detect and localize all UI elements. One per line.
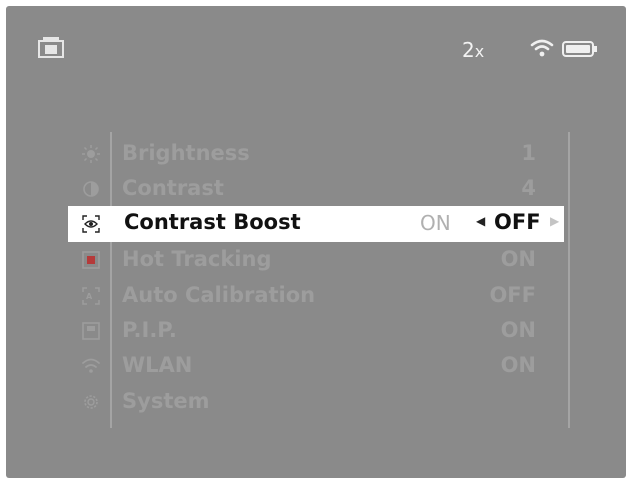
sun-icon [82, 145, 100, 163]
menu-item-label: P.I.P. [122, 318, 177, 342]
menu-item-system[interactable]: System [66, 385, 566, 419]
menu-item-brightness[interactable]: Brightness 1 [66, 137, 566, 171]
zoom-unit: x [474, 42, 485, 61]
menu-item-pip[interactable]: P.I.P. ON [66, 314, 566, 348]
svg-text:A: A [86, 292, 93, 301]
eye-icon [82, 215, 100, 233]
zoom-value: 2 [462, 38, 475, 62]
battery-icon [562, 41, 597, 57]
menu-item-value: ON [500, 247, 536, 271]
pip-icon [82, 322, 100, 340]
gear-icon [84, 395, 98, 409]
arrow-right-icon[interactable]: ▶ [550, 214, 559, 228]
wlan-icon [82, 358, 100, 373]
zoom-indicator: 2x [462, 38, 484, 62]
option-off-selected[interactable]: OFF [494, 210, 541, 234]
menu-item-value: 1 [521, 141, 536, 165]
menu-item-auto-calibration[interactable]: A Auto Calibration OFF [66, 279, 566, 313]
calibration-icon: A [82, 287, 100, 305]
menu-item-value: 4 [521, 176, 536, 200]
menu-item-contrast[interactable]: Contrast 4 [66, 172, 566, 206]
wifi-icon [530, 39, 554, 57]
viewfinder-screen: 2x Brightness 1 Contrast 4 Contrast Boos… [6, 6, 626, 478]
menu-item-label: Hot Tracking [122, 247, 272, 271]
hot-tracking-icon [82, 251, 100, 269]
menu-item-label: System [122, 389, 210, 413]
menu-item-value: OFF [489, 283, 536, 307]
arrow-left-icon[interactable]: ◀ [476, 214, 485, 228]
menu-item-label: Contrast [122, 176, 224, 200]
menu-item-value: ON [500, 353, 536, 377]
menu-item-hot-tracking[interactable]: Hot Tracking ON [66, 243, 566, 277]
option-on[interactable]: ON [420, 211, 451, 235]
menu-item-label: Brightness [122, 141, 250, 165]
menu-item-label: Contrast Boost [124, 210, 301, 234]
menu-item-label: Auto Calibration [122, 283, 316, 307]
menu-item-contrast-boost[interactable]: Contrast Boost ON ◀ OFF ▶ [68, 206, 564, 242]
menu-item-value: ON [500, 318, 536, 342]
contrast-icon [83, 181, 99, 197]
menu-item-label: WLAN [122, 353, 193, 377]
camera-icon [38, 37, 64, 58]
menu-item-wlan[interactable]: WLAN ON [66, 349, 566, 383]
menu-divider-right [568, 132, 570, 428]
